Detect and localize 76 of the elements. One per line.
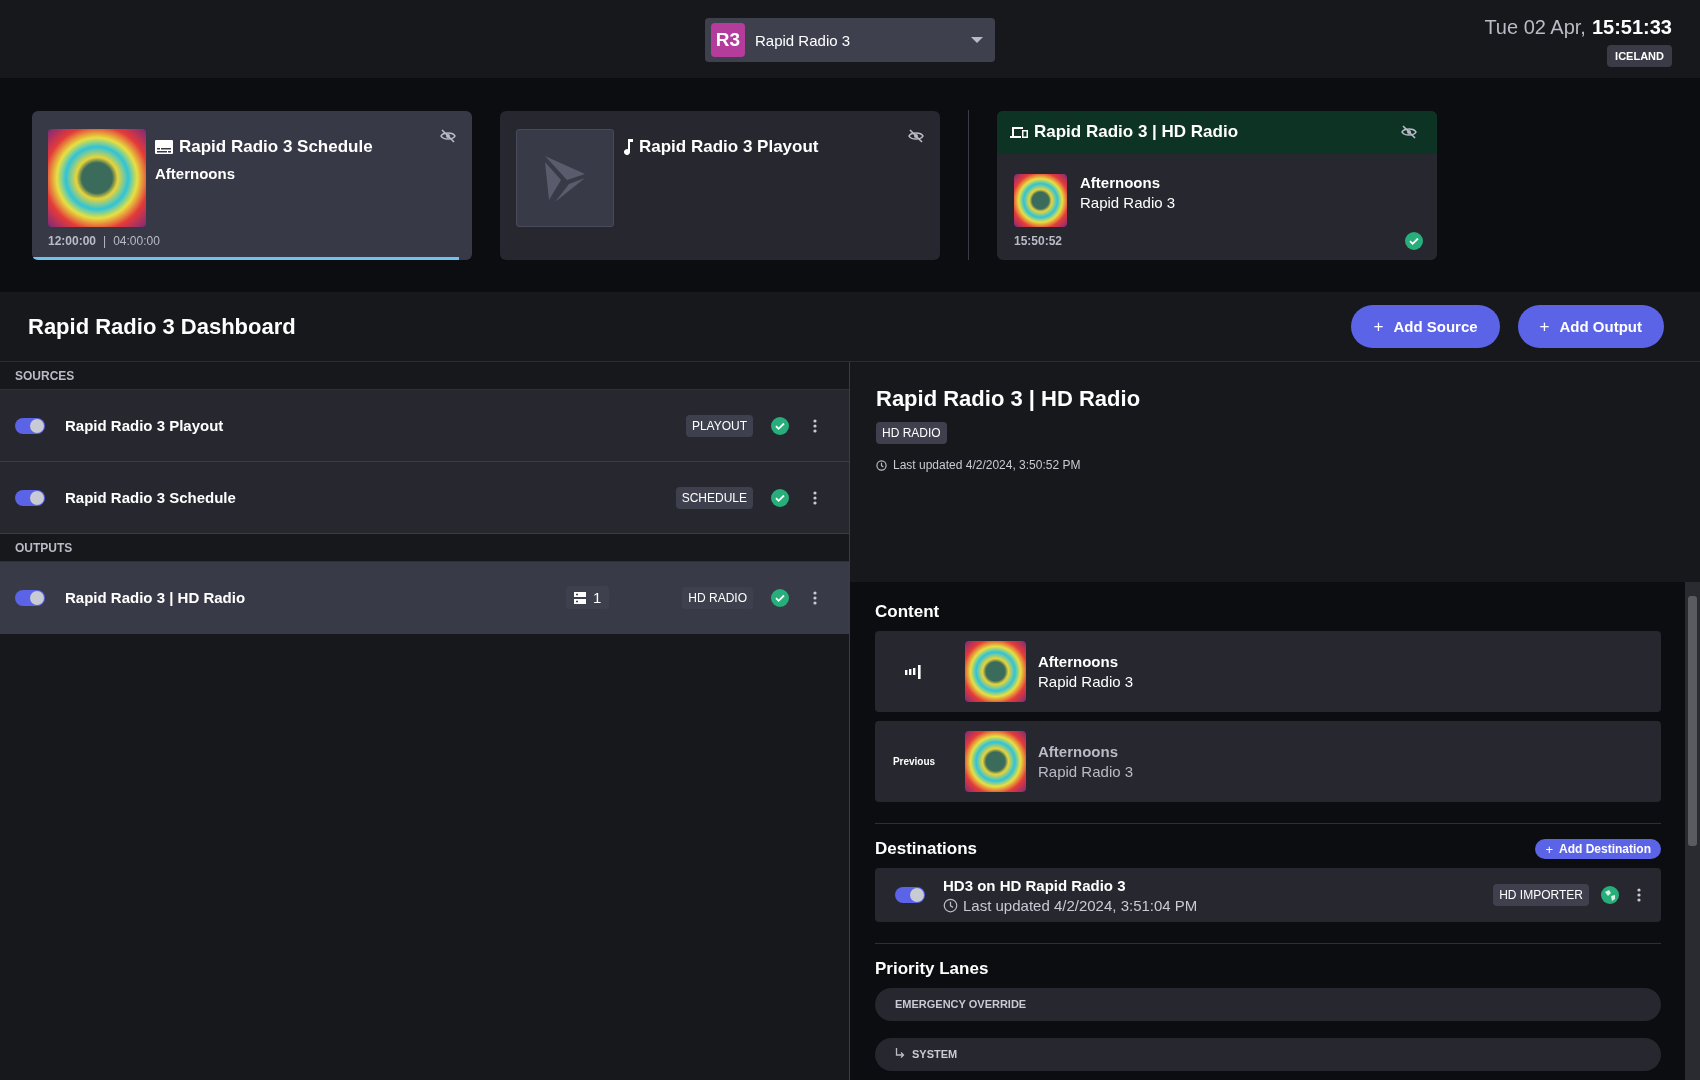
more-icon[interactable] [813, 590, 817, 605]
add-destination-button[interactable]: + Add Destination [1535, 839, 1661, 859]
type-tag: SCHEDULE [675, 486, 753, 509]
hidden-icon[interactable] [440, 128, 456, 143]
date-text: Tue 02 Apr, [1484, 16, 1586, 38]
previous-label: Previous [892, 756, 936, 767]
separator-text: | [103, 233, 107, 248]
last-updated-text: Last updated 4/2/2024, 3:50:52 PM [893, 458, 1081, 472]
detail-title: Rapid Radio 3 | HD Radio [876, 386, 1141, 412]
subtitles-icon [155, 139, 173, 154]
destination-count: 1 [566, 586, 610, 609]
type-tag: PLAYOUT [685, 414, 753, 437]
section-title: Destinations [875, 839, 978, 859]
card-title: Rapid Radio 3 Playout [639, 136, 819, 157]
devices-icon [1010, 125, 1028, 139]
row-title: Rapid Radio 3 | HD Radio [65, 589, 247, 606]
add-button[interactable]: + Add Output [1517, 305, 1664, 348]
row-title: Rapid Radio 3 Schedule [65, 489, 237, 506]
priority-lane[interactable]: SYSTEM [875, 1038, 1661, 1071]
type-tag: HD RADIO [682, 586, 753, 609]
timestamp: 15:50:52 [1014, 233, 1063, 248]
card-title: Rapid Radio 3 Schedule [179, 136, 373, 157]
list-row[interactable]: Rapid Radio 3 Playout PLAYOUT [0, 390, 849, 462]
add-button[interactable]: + Add Source [1351, 305, 1500, 348]
clock-icon [876, 459, 887, 471]
destination-row[interactable]: HD3 on HD Rapid Radio 3 Last updated 4/2/2024, 3:51:04 PM HD IMPORTER [875, 868, 1661, 922]
artwork-image [1014, 173, 1067, 227]
show-title: Afternoons [1038, 743, 1119, 760]
station-name: Rapid Radio 3 [1038, 763, 1134, 780]
toggle-switch[interactable] [895, 887, 925, 903]
priority-lane[interactable]: EMERGENCY OVERRIDE [875, 988, 1661, 1021]
sub-arrow-icon [895, 1048, 905, 1059]
toggle-switch[interactable] [15, 417, 45, 434]
more-icon[interactable] [813, 490, 817, 505]
hidden-icon[interactable] [1401, 125, 1417, 139]
timezone-badge: ICELAND [1607, 45, 1672, 67]
toggle-switch[interactable] [15, 589, 45, 606]
more-icon[interactable] [1637, 888, 1641, 902]
time-text: 15:51:33 [1591, 16, 1672, 38]
list-row[interactable]: Rapid Radio 3 | HD Radio 1 HD RADIO [0, 562, 849, 634]
show-title: Afternoons [1038, 653, 1119, 670]
list-row[interactable]: Rapid Radio 3 Schedule SCHEDULE [0, 462, 849, 534]
channel-card[interactable]: Rapid Radio 3 Playout [500, 110, 940, 260]
station-logo: R3 [711, 23, 745, 57]
station-name: Rapid Radio 3 [1038, 673, 1134, 690]
section-title: Content [875, 602, 941, 622]
hidden-icon[interactable] [908, 128, 924, 143]
channel-card[interactable]: Rapid Radio 3 Schedule Afternoons 12:00:00 | 04:00:00 [32, 110, 472, 260]
duration-text: 04:00:00 [113, 233, 160, 248]
station-name: Rapid Radio 3 [755, 31, 852, 49]
artwork-image [965, 641, 1026, 702]
type-tag: HD IMPORTER [1493, 884, 1589, 906]
section-title: Priority Lanes [875, 959, 990, 979]
toggle-switch[interactable] [15, 489, 45, 506]
dashboard-title: Rapid Radio 3 Dashboard [28, 313, 296, 340]
card-title: Rapid Radio 3 | HD Radio [1034, 122, 1240, 142]
artwork-image [965, 731, 1026, 792]
music-note-icon [623, 138, 633, 155]
show-title: Afternoons [1080, 173, 1161, 191]
station-name: Rapid Radio 3 [1080, 193, 1176, 211]
type-tag: HD RADIO [876, 422, 947, 444]
lane-name: SYSTEM [912, 1048, 958, 1060]
show-title: Afternoons [155, 164, 236, 182]
clock-icon [943, 897, 958, 913]
more-icon[interactable] [813, 418, 817, 433]
lane-name: EMERGENCY OVERRIDE [895, 998, 1027, 1010]
scrollbar[interactable] [1685, 582, 1700, 1080]
last-updated-text: Last updated 4/2/2024, 3:51:04 PM [963, 896, 1198, 914]
start-time: 12:00:00 [48, 233, 97, 248]
row-title: Rapid Radio 3 Playout [65, 417, 225, 434]
caret-icon [971, 37, 983, 43]
server-icon [574, 591, 586, 604]
destination-name: HD3 on HD Rapid Radio 3 [943, 876, 1127, 894]
station-select[interactable]: R3 Rapid Radio 3 [705, 18, 995, 62]
signal-bars-icon [905, 664, 923, 679]
channel-card[interactable]: Rapid Radio 3 | HD Radio Afternoons Rapid Radio 3 15:50:52 [997, 110, 1437, 260]
